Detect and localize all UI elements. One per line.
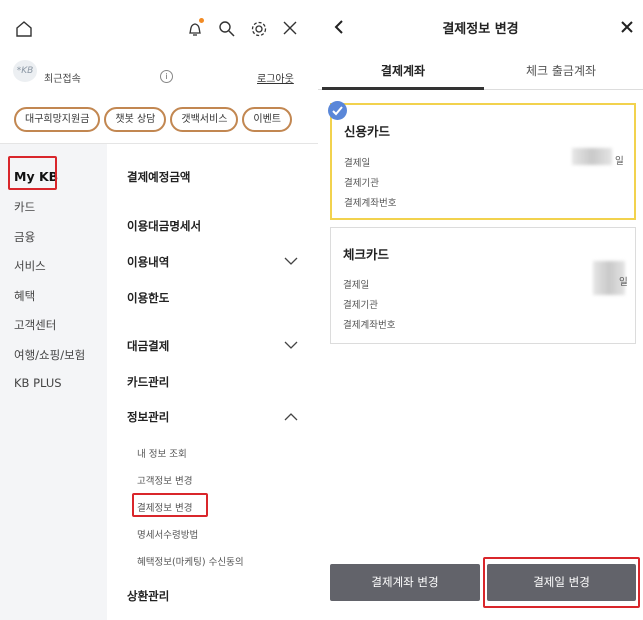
menu-card-management[interactable]: 카드관리 — [127, 374, 169, 390]
highlight-my-kb — [8, 156, 57, 190]
logout-link[interactable]: 로그아웃 — [257, 70, 294, 85]
credit-card-panel[interactable]: 신용카드 결제일 결제기관 결제계좌번호 일 — [328, 101, 636, 220]
menu-info-management[interactable]: 정보관리 — [127, 409, 169, 425]
redacted-value — [572, 148, 612, 165]
chip-chatbot[interactable]: 챗봇 상담 — [104, 107, 167, 132]
highlight-change-payment-day — [483, 557, 640, 608]
submenu-statement-method[interactable]: 명세서수령방법 — [137, 527, 198, 541]
menu-repayment-management[interactable]: 상환관리 — [127, 588, 169, 604]
payment-day-label: 결제일 — [344, 158, 371, 169]
header: 결제정보 변경 — [318, 0, 643, 50]
chip-cashback[interactable]: 갯백서비스 — [170, 107, 239, 132]
category-benefit[interactable]: 혜택 — [14, 288, 35, 304]
chevron-down-icon[interactable] — [284, 341, 298, 350]
gear-icon[interactable] — [250, 20, 268, 38]
menu-statement[interactable]: 이용대금명세서 — [127, 218, 201, 234]
category-sidebar: My KB 카드 금융 서비스 혜택 고객센터 여행/쇼핑/보험 KB PLUS — [0, 144, 107, 620]
check-card-panel[interactable]: 체크카드 결제일 결제기관 결제계좌번호 일 — [330, 227, 636, 344]
payment-account-label: 결제계좌번호 — [344, 198, 397, 209]
notification-dot — [199, 18, 204, 23]
close-icon[interactable] — [282, 20, 298, 36]
tab-payment-account[interactable]: 결제계좌 — [322, 62, 484, 79]
avatar: *KB — [13, 60, 37, 82]
payment-day-suffix: 일 — [615, 156, 624, 167]
menu-screen: *KB 최근접속 i 로그아웃 대구희망지원금 챗봇 상담 갯백서비스 이벤트 My … — [0, 0, 318, 620]
category-customer-center[interactable]: 고객센터 — [14, 317, 56, 333]
search-icon[interactable] — [218, 20, 236, 38]
active-tab-indicator — [322, 87, 484, 90]
payment-day-label: 결제일 — [343, 280, 370, 291]
menu-payment-due[interactable]: 결제예정금액 — [127, 169, 190, 185]
payment-account-label: 결제계좌번호 — [343, 320, 396, 331]
page-title: 결제정보 변경 — [442, 22, 519, 37]
menu-bill-payment[interactable]: 대금결제 — [127, 338, 169, 354]
recent-access-label: 최근접속 — [44, 74, 81, 85]
change-payment-account-button[interactable]: 결제계좌 변경 — [330, 564, 480, 601]
selected-check-icon — [328, 101, 347, 120]
card-title: 신용카드 — [344, 124, 391, 139]
tab-bar: 결제계좌 체크 출금계좌 — [318, 50, 643, 90]
home-icon[interactable] — [15, 20, 33, 38]
payment-institution-label: 결제기관 — [344, 178, 379, 189]
category-service[interactable]: 서비스 — [14, 258, 46, 274]
menu-usage-history[interactable]: 이용내역 — [127, 254, 169, 270]
quick-chips: 대구희망지원금 챗봇 상담 갯백서비스 이벤트 — [14, 107, 318, 135]
payment-day-suffix: 일 — [619, 277, 628, 288]
payment-institution-label: 결제기관 — [343, 300, 378, 311]
tab-check-withdrawal-account[interactable]: 체크 출금계좌 — [480, 62, 642, 79]
close-icon[interactable] — [621, 21, 633, 33]
payment-info-screen: 결제정보 변경 결제계좌 체크 출금계좌 신용카드 결제일 결제기관 결제계좌번… — [318, 0, 643, 620]
category-finance[interactable]: 금융 — [14, 229, 35, 245]
category-travel-shopping-insurance[interactable]: 여행/쇼핑/보험 — [14, 347, 85, 363]
card-title: 체크카드 — [343, 247, 390, 262]
chevron-down-icon[interactable] — [284, 257, 298, 266]
submenu-my-info[interactable]: 내 정보 조회 — [137, 446, 187, 460]
chip-daegu-support[interactable]: 대구희망지원금 — [14, 107, 101, 132]
submenu-customer-info-change[interactable]: 고객정보 변경 — [137, 473, 192, 487]
submenu-marketing-consent[interactable]: 혜택정보(마케팅) 수신동의 — [137, 554, 244, 568]
top-bar — [0, 0, 318, 58]
category-kb-plus[interactable]: KB PLUS — [14, 376, 62, 390]
highlight-payment-info-change — [132, 493, 208, 517]
menu-usage-limit[interactable]: 이용한도 — [127, 290, 169, 306]
info-icon[interactable]: i — [160, 70, 173, 83]
chip-event[interactable]: 이벤트 — [242, 107, 292, 132]
category-card[interactable]: 카드 — [14, 199, 35, 215]
user-row: *KB 최근접속 i 로그아웃 — [0, 58, 318, 98]
chevron-up-icon[interactable] — [284, 412, 298, 421]
